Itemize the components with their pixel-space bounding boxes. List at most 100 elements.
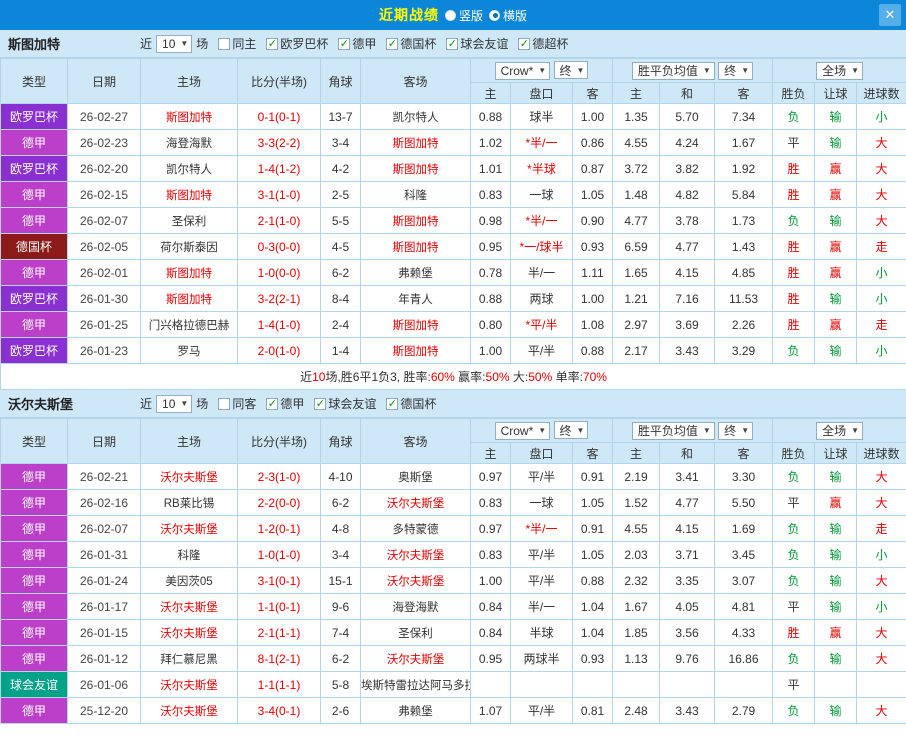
radio-selected-icon[interactable] [489,9,500,21]
filter-checkbox[interactable]: 同客 [218,395,256,412]
odds-company-select[interactable]: Crow* ▼ [494,421,551,440]
filter-checkbox[interactable]: ✓ 球会友谊 [314,395,376,412]
euro-draw-odds: 4.05 [659,593,715,620]
euro-away-odds: 4.85 [713,259,774,286]
result-handicap: 输 [814,645,858,672]
scope-select[interactable]: 全场 ▼ [816,421,863,440]
col-header-asian-away: 客 [572,82,613,104]
match-date: 26-01-15 [67,619,141,646]
result-goals: 走 [856,233,906,260]
close-icon[interactable]: ✕ [879,4,901,26]
checkbox-checked-icon[interactable]: ✓ [266,37,279,50]
checkbox-checked-icon[interactable]: ✓ [314,397,327,410]
match-row: 德甲 26-02-21 沃尔夫斯堡 2-3(1-0) 4-10 奥斯堡 0.97 平/半 0.9… [0,463,906,490]
euro-draw-odds: 3.71 [659,541,715,568]
recent-count-select[interactable]: 10 ▼ [156,394,193,413]
league-type-badge: 德甲 [0,645,68,672]
league-type-badge: 欧罗巴杯 [0,155,68,182]
filter-checkbox[interactable]: ✓ 德超杯 [518,35,568,52]
asian-home-odds [470,671,511,698]
match-row: 欧罗巴杯 26-01-23 罗马 2-0(1-0) 1-4 斯图加特 1.00 平/半 0.88… [0,337,906,364]
checkbox-checked-icon[interactable]: ✓ [386,37,399,50]
result-goals: 大 [856,463,906,490]
games-label: 场 [196,397,209,411]
away-team: 沃尔夫斯堡 [360,489,471,516]
checkbox-unchecked-icon[interactable] [218,37,231,50]
euro-draw-odds: 3.69 [659,311,715,338]
result-win-draw-loss: 平 [772,489,816,516]
result-win-draw-loss: 胜 [772,181,816,208]
stats-summary-segment: 近 [300,370,313,384]
euro-metric-select[interactable]: 胜平负均值 ▼ [631,421,715,440]
away-team: 斯图加特 [360,311,471,338]
radio-unselected-icon[interactable] [444,9,456,21]
filter-checkbox[interactable]: ✓ 德国杯 [386,35,436,52]
asian-odds-group-header: Crow* ▼ 终 ▼ [470,418,613,443]
filter-checkbox[interactable]: ✓ 欧罗巴杯 [266,35,328,52]
result-goals: 走 [856,311,906,338]
radio-horizontal-layout[interactable]: 横版 [489,7,527,24]
euro-metric-select[interactable]: 胜平负均值 ▼ [631,61,715,80]
asian-home-odds: 0.83 [470,181,511,208]
result-win-draw-loss: 负 [772,567,816,594]
recent-count-select[interactable]: 10 ▼ [156,34,193,53]
asian-home-odds: 1.00 [470,567,511,594]
league-type-badge: 德甲 [0,593,68,620]
euro-away-odds: 11.53 [713,285,774,312]
filter-checkbox[interactable]: ✓ 德甲 [266,395,304,412]
checkbox-checked-icon[interactable]: ✓ [386,397,399,410]
col-header-euro-home: 主 [612,442,660,464]
match-date: 26-02-21 [67,463,141,490]
asian-home-odds: 0.84 [470,619,511,646]
home-team: 门兴格拉德巴赫 [140,311,238,338]
scope-value: 全场 [822,64,847,78]
checkbox-checked-icon[interactable]: ✓ [518,37,531,50]
filter-checkbox-label: 球会友谊 [460,37,509,51]
match-row: 欧罗巴杯 26-02-20 凯尔特人 1-4(1-2) 4-2 斯图加特 1.01 *半球 0.… [0,155,906,182]
corners: 15-1 [320,567,361,594]
corners: 4-5 [320,233,361,260]
league-type-badge: 德甲 [0,181,68,208]
chevron-down-icon: ▼ [741,426,750,435]
corners: 2-6 [320,697,361,724]
home-team: 科隆 [140,541,238,568]
summary-row: 近10场,胜6平1负3, 胜率:60% 赢率:50% 大:50% 单率:70% [0,363,906,390]
filter-checkbox-label: 德超杯 [532,37,569,51]
asian-handicap-line: 两球 [510,285,573,312]
odds-time-select[interactable]: 终 ▼ [553,421,589,440]
result-handicap: 输 [814,207,858,234]
filter-checkbox[interactable]: ✓ 德国杯 [386,395,436,412]
recent-matches-table: 类型 日期 主场 比分(半场) 角球 客场 Crow* ▼ 终 ▼ 胜平负均值 … [0,58,906,390]
euro-time-select[interactable]: 终 ▼ [718,421,754,440]
filter-checkbox[interactable]: ✓ 德甲 [338,35,376,52]
result-handicap: 赢 [814,233,858,260]
checkbox-checked-icon[interactable]: ✓ [338,37,351,50]
recent-count-value: 10 [162,36,176,51]
checkbox-checked-icon[interactable]: ✓ [266,397,279,410]
euro-away-odds: 3.45 [713,541,774,568]
asian-handicap-line: *半球 [510,155,573,182]
checkbox-unchecked-icon[interactable] [218,397,231,410]
score: 1-1(0-1) [237,593,321,620]
filter-checkbox-label: 德甲 [280,397,305,411]
euro-home-odds: 2.97 [612,311,660,338]
euro-time-select[interactable]: 终 ▼ [718,61,754,80]
checkbox-checked-icon[interactable]: ✓ [446,37,459,50]
result-win-draw-loss: 负 [772,645,816,672]
radio-vertical-layout[interactable]: 竖版 [444,7,483,24]
match-table-body: 德甲 26-02-21 沃尔夫斯堡 2-3(1-0) 4-10 奥斯堡 0.97 平/半 0.9… [0,463,906,724]
odds-time-select[interactable]: 终 ▼ [553,61,589,80]
euro-draw-odds: 3.35 [659,567,715,594]
asian-home-odds: 0.80 [470,311,511,338]
result-goals [856,671,906,698]
result-handicap: 输 [814,103,858,130]
home-team: 斯图加特 [140,285,238,312]
league-filter-checkboxes: 同客 ✓ 德甲 ✓ 球会友谊 ✓ 德国杯 [212,395,436,412]
corners: 2-4 [320,311,361,338]
odds-company-select[interactable]: Crow* ▼ [494,61,551,80]
col-header-result-handicap: 让球 [814,442,858,464]
filter-checkbox[interactable]: 同主 [218,35,256,52]
scope-select[interactable]: 全场 ▼ [816,61,863,80]
score: 1-4(1-2) [237,155,321,182]
filter-checkbox[interactable]: ✓ 球会友谊 [446,35,508,52]
